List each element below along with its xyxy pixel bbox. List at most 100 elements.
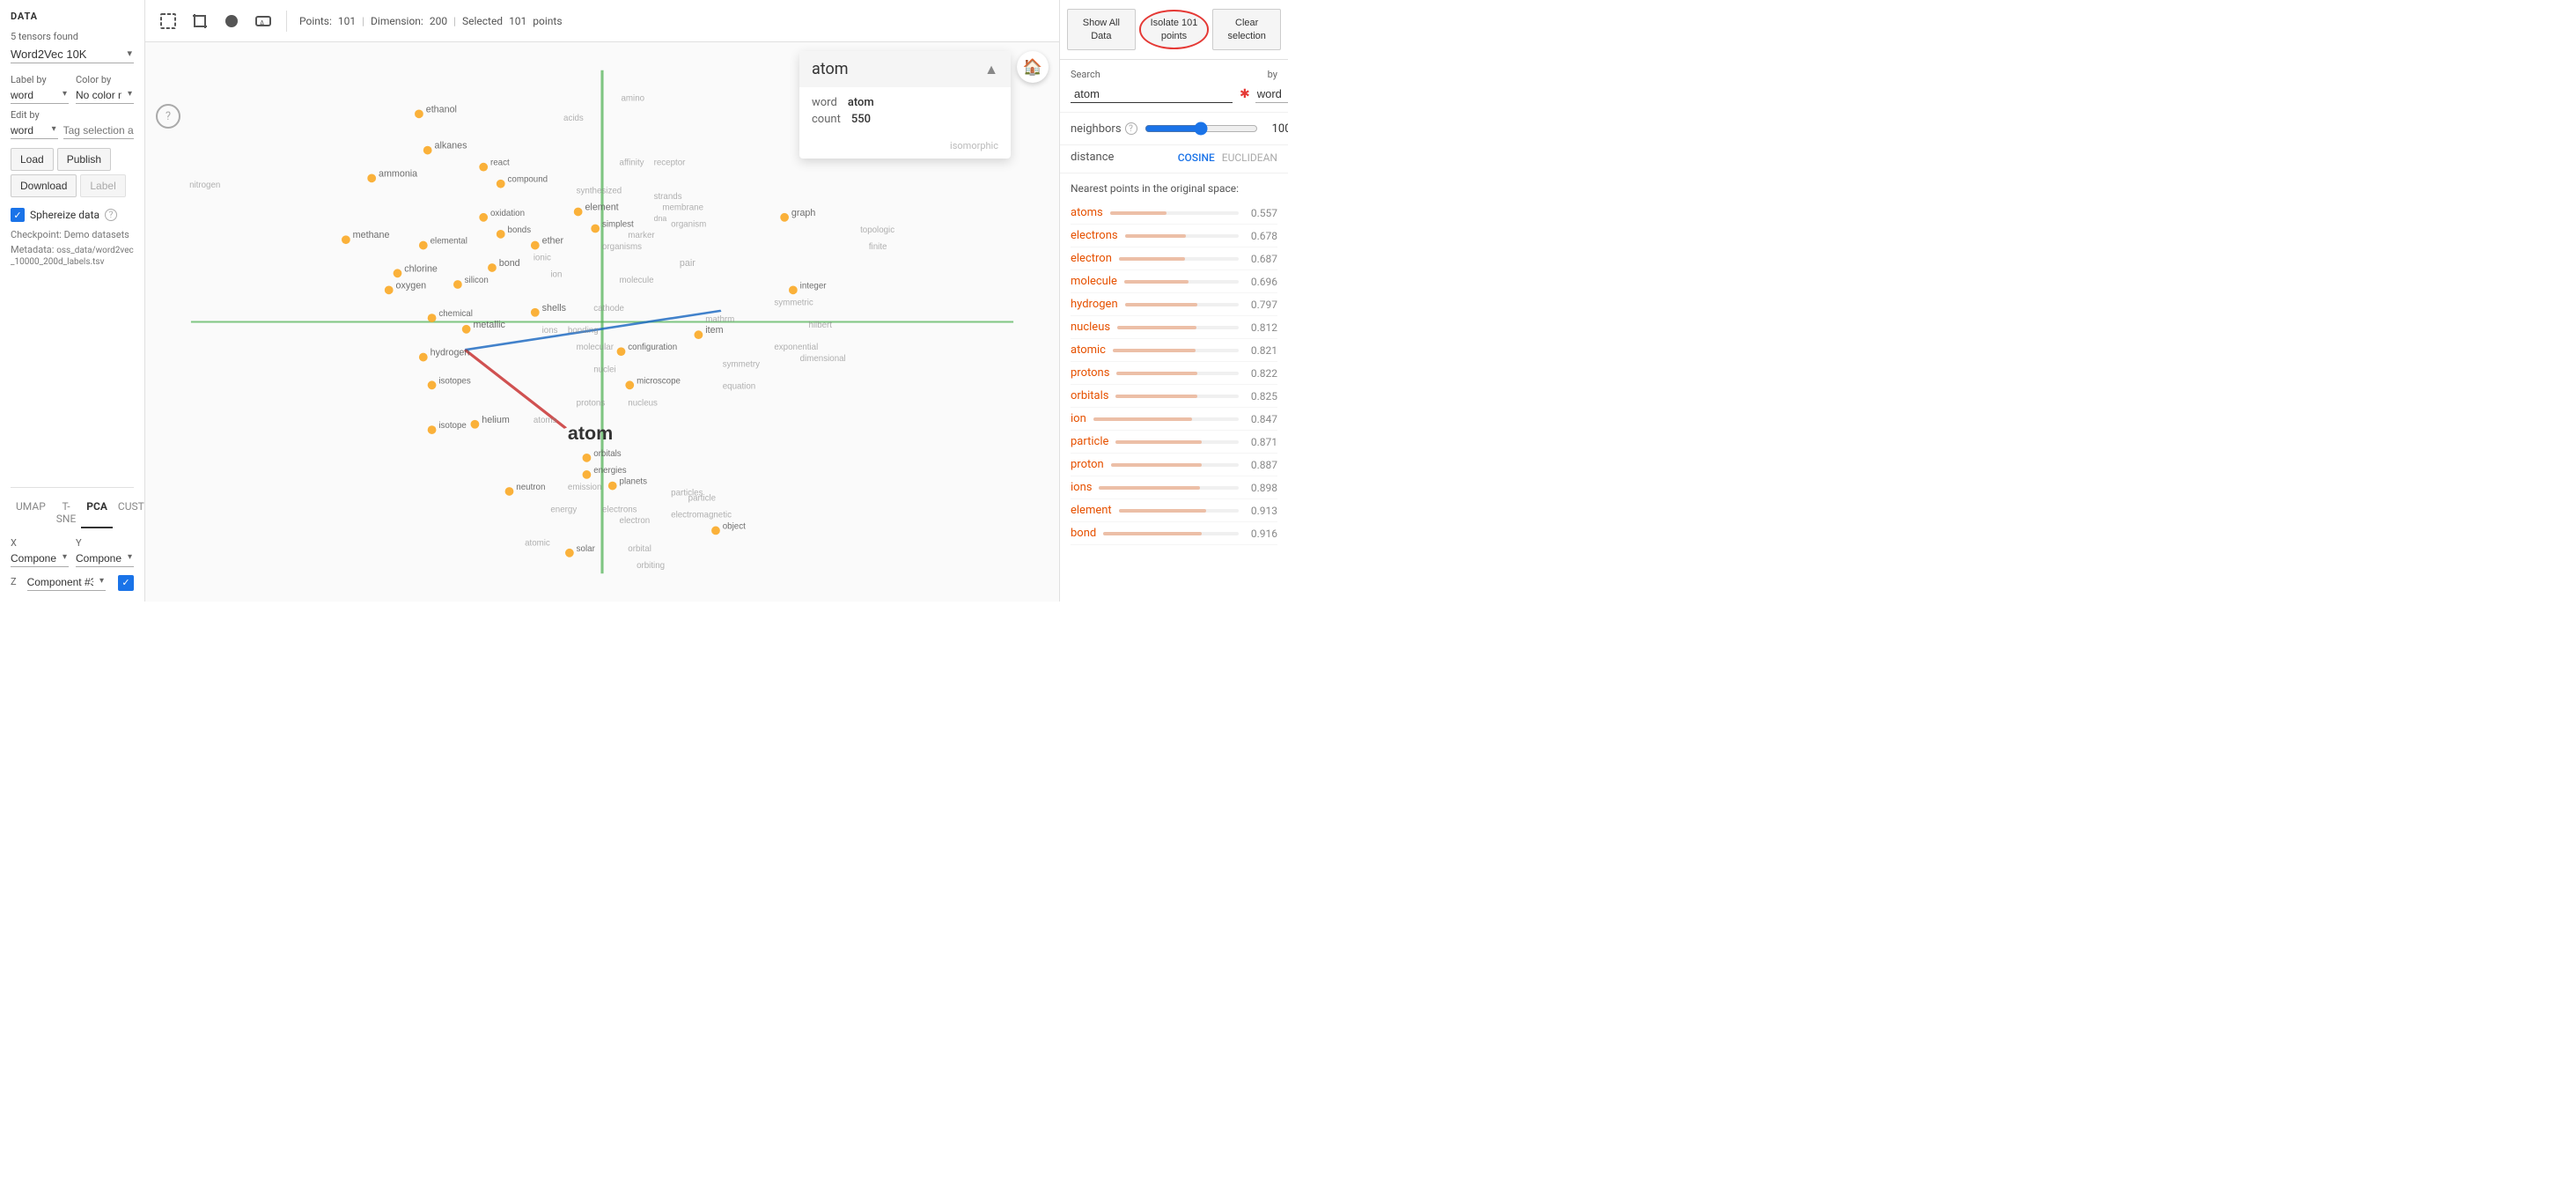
svg-text:simplest: simplest (602, 220, 634, 230)
search-by-select[interactable]: word index (1255, 85, 1288, 103)
z-enabled-checkbox[interactable] (118, 575, 134, 591)
center-panel: A Points: 101 | Dimension: 200 | Selecte… (145, 0, 1059, 602)
show-all-button[interactable]: Show All Data (1067, 9, 1136, 50)
nearest-item-name[interactable]: protons (1071, 366, 1109, 380)
crop-icon[interactable] (188, 9, 212, 33)
x-select-wrap[interactable]: Component #1 Component #2 Component #3 (11, 550, 69, 567)
svg-text:atomic: atomic (525, 539, 550, 549)
search-input[interactable] (1071, 85, 1233, 103)
nearest-bar-wrap (1125, 234, 1239, 238)
nearest-item-name[interactable]: nucleus (1071, 321, 1110, 334)
color-by-select[interactable]: No color map word (76, 87, 134, 104)
color-by-label: Color by (76, 74, 134, 85)
color-by-col: Color by No color map word (76, 74, 134, 104)
x-select[interactable]: Component #1 Component #2 Component #3 (11, 550, 69, 567)
nearest-item-score: 0.847 (1246, 413, 1277, 425)
z-select[interactable]: Component #1 Component #2 Component #3 (27, 574, 106, 591)
tab-pca[interactable]: PCA (81, 497, 113, 528)
svg-text:topologic: topologic (860, 225, 894, 235)
neighbors-info-icon[interactable]: ? (1125, 122, 1137, 135)
home-button[interactable]: 🏠 (1017, 51, 1049, 83)
y-select-wrap[interactable]: Component #1 Component #2 Component #3 (76, 550, 134, 567)
nearest-item-name[interactable]: hydrogen (1071, 298, 1118, 311)
popup-footer: isomorphic (799, 138, 1011, 159)
sphereize-checkbox[interactable] (11, 208, 25, 222)
svg-text:dna: dna (654, 214, 667, 223)
nearest-item-name[interactable]: element (1071, 504, 1112, 517)
svg-text:synthesized: synthesized (577, 186, 622, 196)
action-buttons: Load Publish Download Label (11, 148, 134, 197)
distance-row: distance COSINE EUCLIDEAN (1060, 145, 1288, 173)
svg-text:isotope: isotope (438, 421, 466, 431)
isolate-button[interactable]: Isolate 101 points (1139, 10, 1210, 49)
nearest-item-name[interactable]: particle (1071, 435, 1108, 448)
help-button[interactable]: ? (156, 104, 180, 129)
viewer-area[interactable]: ethanolaminoacidsalkanesnitrogenammoniar… (145, 42, 1059, 602)
nearest-item-score: 0.678 (1246, 230, 1277, 242)
svg-text:particle: particle (688, 494, 716, 504)
dataset-select[interactable]: Word2Vec 10K Word2Vec 100K FastText (11, 46, 134, 63)
nearest-item-name[interactable]: orbitals (1071, 389, 1108, 402)
nearest-bar-wrap (1111, 463, 1239, 467)
nearest-bar-wrap (1099, 486, 1239, 490)
search-inputs: ✱ word index (1071, 85, 1277, 103)
nearest-bar (1116, 372, 1196, 375)
neighbors-slider[interactable] (1144, 122, 1258, 136)
nearest-item-name[interactable]: ions (1071, 481, 1092, 494)
svg-text:metallic: metallic (473, 320, 505, 330)
night-mode-icon[interactable] (219, 9, 244, 33)
nearest-item-score: 0.825 (1246, 390, 1277, 402)
cosine-option[interactable]: COSINE (1178, 151, 1215, 164)
nearest-item-name[interactable]: atomic (1071, 343, 1106, 357)
nearest-bar (1093, 417, 1192, 421)
nearest-item-name[interactable]: molecule (1071, 275, 1117, 288)
color-by-select-wrap[interactable]: No color map word (76, 87, 134, 104)
nearest-bar (1125, 234, 1187, 238)
checkpoint-label: Checkpoint: (11, 229, 62, 240)
svg-text:silicon: silicon (465, 276, 489, 285)
svg-text:exponential: exponential (774, 343, 818, 352)
distance-label: distance (1071, 151, 1171, 164)
tag-input[interactable] (63, 122, 134, 139)
tab-umap[interactable]: UMAP (11, 497, 51, 528)
clear-selection-button[interactable]: Clear selection (1212, 9, 1281, 50)
download-button[interactable]: Download (11, 174, 77, 197)
y-select[interactable]: Component #1 Component #2 Component #3 (76, 550, 134, 567)
tab-custom[interactable]: CUSTOM (113, 497, 145, 528)
nearest-bar (1125, 303, 1198, 306)
label-toggle-icon[interactable]: A (251, 9, 276, 33)
nearest-bar (1111, 463, 1202, 467)
nearest-bar (1115, 440, 1202, 444)
svg-text:ammonia: ammonia (379, 168, 417, 179)
app-container: DATA 5 tensors found Word2Vec 10K Word2V… (0, 0, 1288, 602)
edit-by-select[interactable]: word (11, 122, 58, 139)
nearest-item-name[interactable]: proton (1071, 458, 1104, 471)
label-by-select-wrap[interactable]: word index (11, 87, 69, 104)
list-item: hydrogen0.797 (1071, 293, 1277, 316)
label-by-select[interactable]: word index (11, 87, 69, 104)
nearest-item-name[interactable]: electrons (1071, 229, 1118, 242)
load-button[interactable]: Load (11, 148, 54, 171)
dataset-select-wrapper[interactable]: Word2Vec 10K Word2Vec 100K FastText (11, 46, 134, 63)
nearest-item-name[interactable]: ion (1071, 412, 1086, 425)
svg-text:bonding: bonding (568, 326, 599, 336)
nearest-bar-wrap (1093, 417, 1239, 421)
svg-text:bond: bond (499, 258, 520, 269)
select-rect-icon[interactable] (156, 9, 180, 33)
info-popup: atom ▲ word atom count 550 isomorphic (799, 51, 1011, 159)
tab-tsne[interactable]: T-SNE (51, 497, 82, 528)
nearest-item-name[interactable]: atoms (1071, 206, 1103, 219)
z-select-wrap[interactable]: Component #1 Component #2 Component #3 (27, 574, 106, 591)
popup-close-button[interactable]: ▲ (984, 61, 998, 78)
list-item: electrons 0.678 (1071, 225, 1277, 247)
sphereize-info-icon[interactable]: ? (105, 209, 117, 221)
publish-button[interactable]: Publish (57, 148, 111, 171)
points-label: Points: (299, 15, 332, 27)
euclidean-option[interactable]: EUCLIDEAN (1222, 151, 1277, 164)
nearest-item-name[interactable]: electron (1071, 252, 1112, 265)
edit-by-select-wrap[interactable]: word (11, 122, 58, 139)
nearest-item-score: 0.812 (1246, 321, 1277, 334)
search-by-select-wrap[interactable]: word index (1255, 85, 1288, 103)
nearest-item-name[interactable]: bond (1071, 527, 1096, 540)
svg-text:particles: particles (671, 488, 703, 498)
